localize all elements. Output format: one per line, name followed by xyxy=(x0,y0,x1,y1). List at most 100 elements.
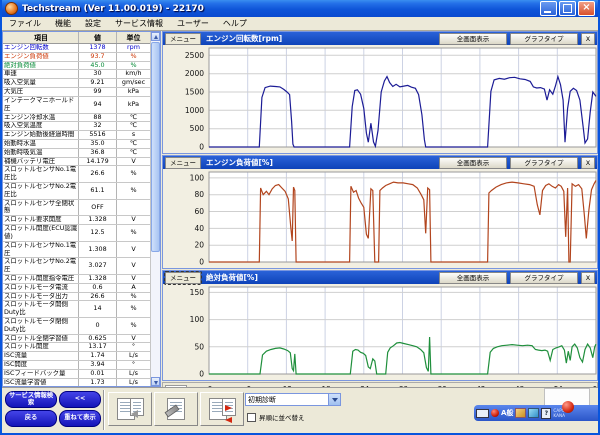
menu-item[interactable]: 設定 xyxy=(78,18,108,29)
overlay-display-button[interactable]: 重ねて表示 xyxy=(59,410,101,427)
table-row[interactable]: 絶対負荷値45.0% xyxy=(3,62,150,71)
chevron-down-icon[interactable] xyxy=(328,394,340,405)
chart-menu-button[interactable]: メニュー xyxy=(165,157,201,169)
ime-tools-icon[interactable] xyxy=(515,408,526,418)
table-cell-item: 大気圧 xyxy=(3,88,79,96)
back-pages-button[interactable]: << xyxy=(59,391,101,408)
menu-item[interactable]: ファイル xyxy=(2,18,48,29)
keyboard-icon[interactable] xyxy=(476,409,489,418)
table-row[interactable]: スロットルモータ開側Duty比14% xyxy=(3,301,150,318)
table-row[interactable]: ISC流量学習値1.73L/s xyxy=(3,379,150,386)
table-row[interactable]: スロットルモータ電流0.6A xyxy=(3,284,150,293)
minimize-button[interactable] xyxy=(540,1,557,16)
table-row[interactable]: スロットルセンサ全閉状態OFF xyxy=(3,200,150,217)
ime-toolbar[interactable]: A般 ? CAPS KANA xyxy=(474,405,598,421)
fullscreen-button[interactable]: 全画面表示 xyxy=(439,33,507,45)
record-data-button[interactable] xyxy=(154,392,198,426)
table-cell-val: 12.5 xyxy=(79,225,117,241)
table-row[interactable]: スロットルセンサNo.1電圧1.308V xyxy=(3,242,150,259)
fullscreen-button[interactable]: 全画面表示 xyxy=(439,272,507,284)
pid-table: 項目 値 単位 エンジン回転数1378rpmエンジン負荷値93.7%絶対負荷値4… xyxy=(3,32,150,386)
table-row[interactable]: エンジン始動後経過時間5516s xyxy=(3,131,150,140)
table-cell-val: 1378 xyxy=(79,44,117,52)
table-row[interactable]: スロットルモータ閉側Duty比0% xyxy=(3,318,150,335)
return-button[interactable]: 戻る xyxy=(5,410,57,427)
table-cell-item: 補機バッテリ電圧 xyxy=(3,158,79,166)
documents-compare-icon xyxy=(117,398,144,420)
table-row[interactable]: エンジン冷却水温88℃ xyxy=(3,114,150,123)
diagnosis-mode-select[interactable]: 初期診断 xyxy=(245,393,341,406)
ime-pad-icon[interactable] xyxy=(528,408,539,418)
scrollbar-down-icon[interactable] xyxy=(151,377,160,386)
table-cell-val: 93.7 xyxy=(79,53,117,61)
table-row[interactable]: 始動時水温35.0℃ xyxy=(3,140,150,149)
table-row[interactable]: ISCフィードバック量0.01L/s xyxy=(3,370,150,379)
table-row[interactable]: スロットルモータ出力26.6% xyxy=(3,293,150,302)
table-row[interactable]: スロットル開度(ECU認識値)12.5% xyxy=(3,225,150,242)
table-row[interactable]: エンジン負荷値93.7% xyxy=(3,53,150,62)
menu-item[interactable]: ヘルプ xyxy=(216,18,254,29)
menu-item[interactable]: サービス情報 xyxy=(108,18,170,29)
table-cell-unit: % xyxy=(117,166,150,182)
table-row[interactable]: スロットル要求開度1.328V xyxy=(3,216,150,225)
table-row[interactable]: スロットル全閉学習値0.625V xyxy=(3,335,150,344)
sort-swap-button[interactable] xyxy=(200,392,244,426)
table-row[interactable]: 車速30km/h xyxy=(3,70,150,79)
svg-text:1500: 1500 xyxy=(185,88,204,97)
table-row[interactable]: 大気圧99kPa xyxy=(3,88,150,97)
graph-type-button[interactable]: グラフタイプ xyxy=(510,272,578,284)
table-row[interactable]: 吸入空気量9.21gm/sec xyxy=(3,79,150,88)
table-row[interactable]: スロットルセンサNo.1電圧比26.6% xyxy=(3,166,150,183)
table-row[interactable]: ISC流量1.74L/s xyxy=(3,352,150,361)
scrollbar-track[interactable] xyxy=(151,253,160,377)
table-row[interactable]: スロットル開度13.17° xyxy=(3,343,150,352)
table-scrollbar[interactable] xyxy=(150,32,160,386)
table-cell-unit: ℃ xyxy=(117,140,150,148)
table-cell-val: 14 xyxy=(79,301,117,317)
maximize-button[interactable] xyxy=(559,1,576,16)
chart-close-button[interactable]: X xyxy=(581,157,595,169)
ime-mode-indicator[interactable]: A般 xyxy=(501,408,513,418)
table-cell-val: 14.179 xyxy=(79,158,117,166)
table-row[interactable]: 始動時吸気温36.8℃ xyxy=(3,149,150,158)
ime-pen-icon[interactable] xyxy=(491,409,499,417)
table-cell-item: スロットルモータ電流 xyxy=(3,284,79,292)
sort-ascending-option[interactable]: 昇順に並べ替え xyxy=(247,412,305,422)
compare-data-lists-button[interactable] xyxy=(108,392,152,426)
table-row[interactable]: エンジン回転数1378rpm xyxy=(3,44,150,53)
table-row[interactable]: 補機バッテリ電圧14.179V xyxy=(3,158,150,167)
menu-item[interactable]: ユーザー xyxy=(170,18,216,29)
fullscreen-button[interactable]: 全画面表示 xyxy=(439,157,507,169)
menu-item[interactable]: 機能 xyxy=(48,18,78,29)
table-cell-unit: rpm xyxy=(117,44,150,52)
chart-close-button[interactable]: X xyxy=(581,272,595,284)
table-row[interactable]: スロットルセンサNo.2電圧比61.1% xyxy=(3,183,150,200)
service-info-search-button[interactable]: サービス情報検索 xyxy=(5,391,57,408)
close-button[interactable]: × xyxy=(578,1,595,16)
table-cell-unit: kPa xyxy=(117,88,150,96)
scrollbar-up-icon[interactable] xyxy=(151,32,160,41)
table-cell-unit: L/s xyxy=(117,379,150,386)
table-row[interactable]: スロットルセンサNo.2電圧3.027V xyxy=(3,258,150,275)
chart-close-button[interactable]: X xyxy=(581,33,595,45)
svg-text:2500: 2500 xyxy=(185,51,204,60)
scrollbar-thumb[interactable] xyxy=(151,42,160,252)
chart-menu-button[interactable]: メニュー xyxy=(165,272,201,284)
chart-panel-engine-rpm: メニュー エンジン回転数[rpm] 全画面表示 グラフタイプ X 0500100… xyxy=(162,31,598,154)
svg-text:0: 0 xyxy=(199,370,204,378)
documents-swap-icon xyxy=(209,398,236,420)
table-cell-unit: V xyxy=(117,275,150,283)
chart-menu-button[interactable]: メニュー xyxy=(165,33,201,45)
graph-type-button[interactable]: グラフタイプ xyxy=(510,157,578,169)
table-row[interactable]: スロットル開度指令電圧1.328V xyxy=(3,275,150,284)
sort-ascending-checkbox[interactable] xyxy=(247,413,256,422)
table-row[interactable]: 吸入空気温度32℃ xyxy=(3,122,150,131)
table-row[interactable]: インテークマニホールド圧94kPa xyxy=(3,97,150,114)
pid-table-container: 項目 値 単位 エンジン回転数1378rpmエンジン負荷値93.7%絶対負荷値4… xyxy=(2,31,161,387)
table-row[interactable]: ISC開度3.94° xyxy=(3,361,150,370)
help-icon[interactable]: ? xyxy=(541,408,551,419)
table-cell-item: エンジン冷却水温 xyxy=(3,114,79,122)
table-cell-item: スロットルモータ出力 xyxy=(3,293,79,301)
close-icon: × xyxy=(579,1,594,14)
graph-type-button[interactable]: グラフタイプ xyxy=(510,33,578,45)
